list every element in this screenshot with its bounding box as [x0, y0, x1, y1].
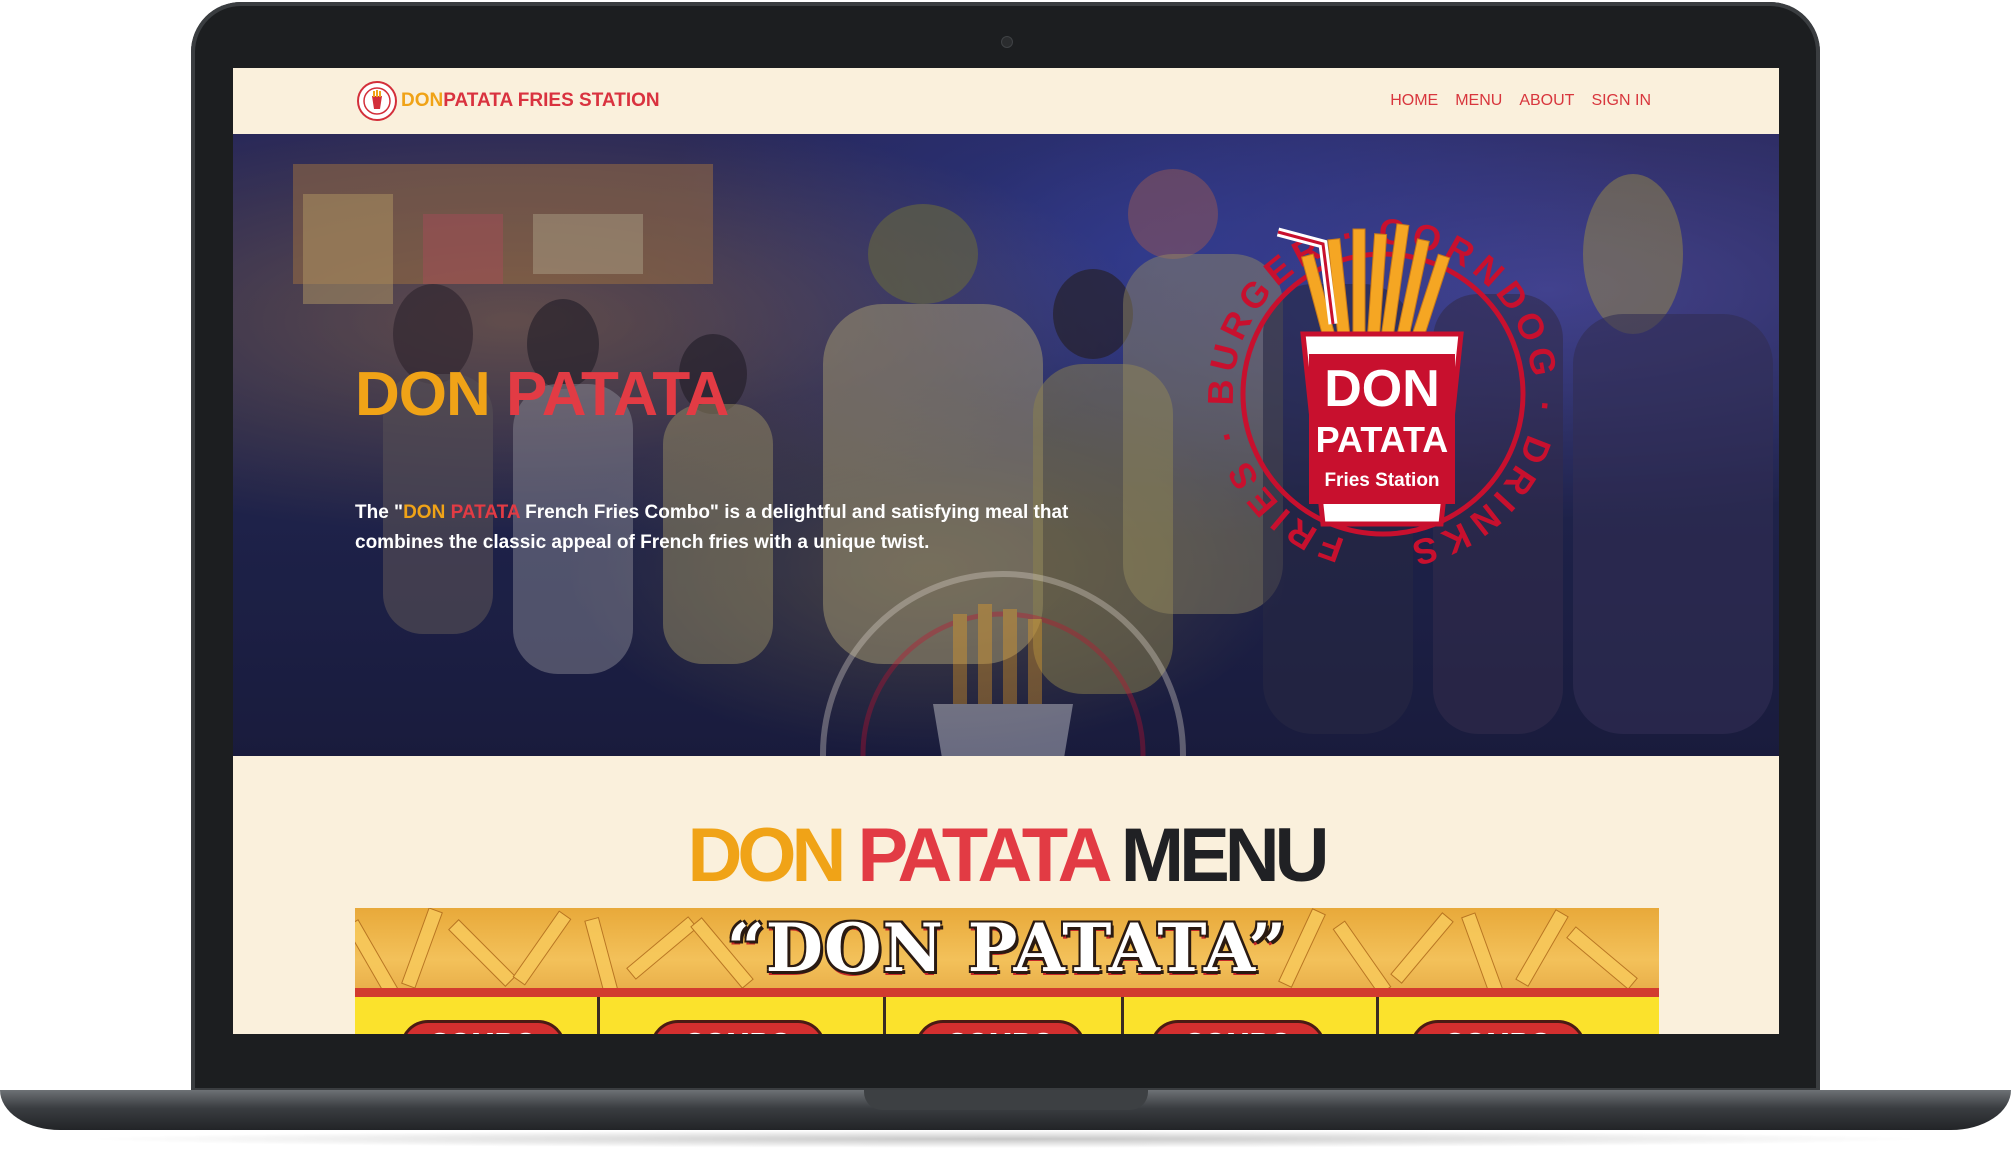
menu-board-title: “DON PATATA” — [726, 909, 1288, 987]
combo-badge[interactable]: COMBO — [650, 1020, 826, 1034]
hero-desc-patata: PATATA — [450, 502, 520, 523]
brand-name-don: DON — [401, 90, 444, 111]
hero-title-patata: PATATA — [506, 360, 729, 429]
laptop-shadow — [80, 1130, 1930, 1148]
menu-heading-don: DON — [687, 813, 846, 898]
combo-badge[interactable]: COMBO — [1150, 1020, 1326, 1034]
hero-desc-don: DON — [403, 502, 446, 523]
navbar: DON PATATA FRIES STATION HOME MENU ABOUT… — [233, 68, 1779, 134]
menu-board-stripe — [355, 988, 1659, 997]
brand-link[interactable]: DON PATATA FRIES STATION — [357, 68, 660, 134]
nav-about[interactable]: ABOUT — [1519, 92, 1574, 110]
combo-badge[interactable]: COMBO — [1410, 1020, 1586, 1034]
combo-badge[interactable]: COMBO — [915, 1020, 1086, 1034]
laptop-notch — [864, 1090, 1148, 1110]
menu-heading: DON PATATA MENU — [233, 818, 1779, 894]
combo-badge[interactable]: COMBO — [400, 1020, 566, 1034]
menu-section: DON PATATA MENU “DON PATATA” — [233, 756, 1779, 1034]
brand-name-rest: PATATA FRIES STATION — [443, 90, 660, 111]
menu-board-image: “DON PATATA” COMBO COMBO COMBO COMBO COM… — [355, 908, 1659, 1034]
nav-links: HOME MENU ABOUT SIGN IN — [1390, 68, 1651, 134]
hero-description: The "DON PATATA French Fries Combo" is a… — [355, 498, 1095, 558]
don-patata-emblem-logo: FRIES · BURGER · CORNDOG · DRINKS DON PA… — [1200, 214, 1560, 575]
emblem-cup-line1: DON — [1324, 360, 1440, 418]
nav-sign-in[interactable]: SIGN IN — [1591, 92, 1651, 110]
hero-title: DON PATATA — [355, 364, 729, 426]
emblem-cup-line2: PATATA — [1316, 419, 1449, 460]
menu-heading-patata: PATATA — [857, 813, 1109, 898]
emblem-cup-line3: Fries Station — [1324, 470, 1439, 491]
nav-home[interactable]: HOME — [1390, 92, 1438, 110]
hero-title-don: DON — [355, 360, 491, 429]
menu-heading-menu: MENU — [1120, 813, 1330, 898]
emblem-watermark — [820, 571, 1186, 756]
hero-desc-prefix: The " — [355, 502, 404, 523]
brand-logo-icon — [357, 81, 397, 121]
browser-screen: DON PATATA FRIES STATION HOME MENU ABOUT… — [233, 68, 1779, 1034]
hero-section: DON PATATA The "DON PATATA French Fries … — [233, 134, 1779, 756]
camera-icon — [1001, 36, 1013, 48]
nav-menu[interactable]: MENU — [1455, 92, 1502, 110]
